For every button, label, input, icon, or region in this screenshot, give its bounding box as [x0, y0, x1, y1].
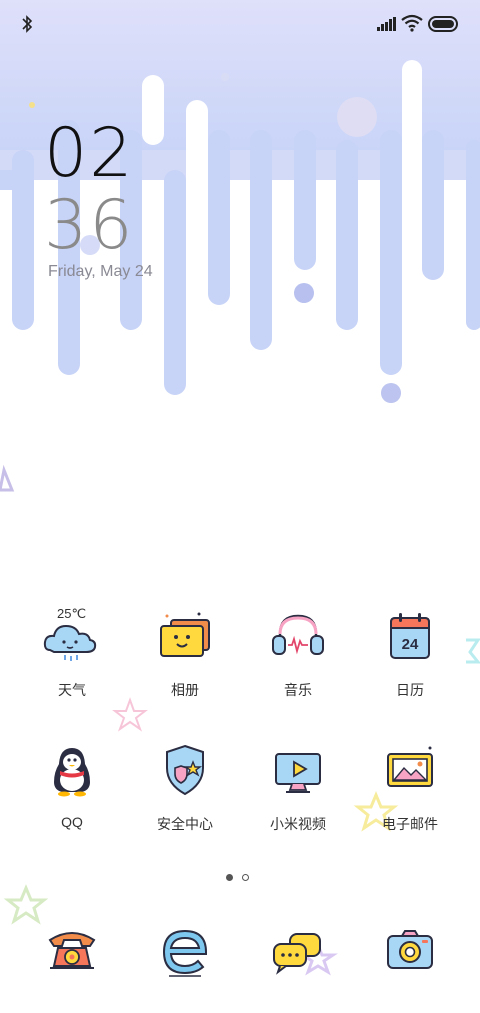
- app-label: 天气: [58, 682, 86, 698]
- app-video[interactable]: 小米视频: [243, 738, 353, 834]
- page-dot[interactable]: [242, 874, 249, 881]
- app-calendar[interactable]: 24 日历: [355, 604, 465, 700]
- dock-browser[interactable]: [130, 918, 240, 982]
- music-icon: [272, 614, 324, 655]
- gallery-icon: [160, 612, 210, 657]
- battery-icon: [428, 16, 458, 32]
- security-shield-icon: [166, 744, 204, 796]
- phone-icon: [48, 932, 96, 969]
- clock-hour: 02: [44, 114, 135, 193]
- dock-messages[interactable]: [243, 918, 353, 982]
- app-music[interactable]: 音乐: [243, 604, 353, 700]
- signal-icon: [377, 17, 396, 31]
- video-icon: [275, 753, 321, 793]
- dock-camera[interactable]: [355, 918, 465, 982]
- app-label: 日历: [396, 682, 424, 698]
- svg-text:25℃: 25℃: [57, 606, 86, 621]
- status-bar: [0, 0, 480, 48]
- dock-phone[interactable]: [17, 918, 127, 982]
- page-indicator: [226, 868, 258, 886]
- app-security[interactable]: 安全中心: [130, 738, 240, 834]
- svg-text:24: 24: [402, 636, 419, 653]
- page-dot-active[interactable]: [226, 874, 233, 881]
- camera-icon: [387, 930, 433, 969]
- clock-date: Friday, May 24: [48, 263, 153, 280]
- app-label: 小米视频: [270, 816, 326, 832]
- qq-penguin-icon: [54, 748, 90, 797]
- messages-icon: [273, 933, 321, 975]
- app-label: 相册: [171, 682, 199, 698]
- app-qq[interactable]: QQ: [17, 738, 127, 830]
- app-weather[interactable]: 25℃ 天气: [17, 604, 127, 700]
- wifi-icon: [401, 14, 423, 32]
- app-label: 音乐: [284, 682, 312, 698]
- lockscreen-clock: 02 36: [44, 118, 135, 262]
- weather-icon: 25℃: [43, 606, 97, 661]
- app-label: 安全中心: [157, 816, 213, 832]
- app-label: 电子邮件: [382, 816, 438, 832]
- email-icon: [387, 746, 433, 787]
- calendar-icon: 24: [390, 613, 430, 659]
- app-gallery[interactable]: 相册: [130, 604, 240, 700]
- browser-icon: [162, 929, 207, 977]
- app-label: QQ: [61, 814, 83, 830]
- clock-minute: 36: [44, 186, 135, 265]
- app-email[interactable]: 电子邮件: [355, 738, 465, 834]
- bluetooth-icon: [22, 15, 33, 33]
